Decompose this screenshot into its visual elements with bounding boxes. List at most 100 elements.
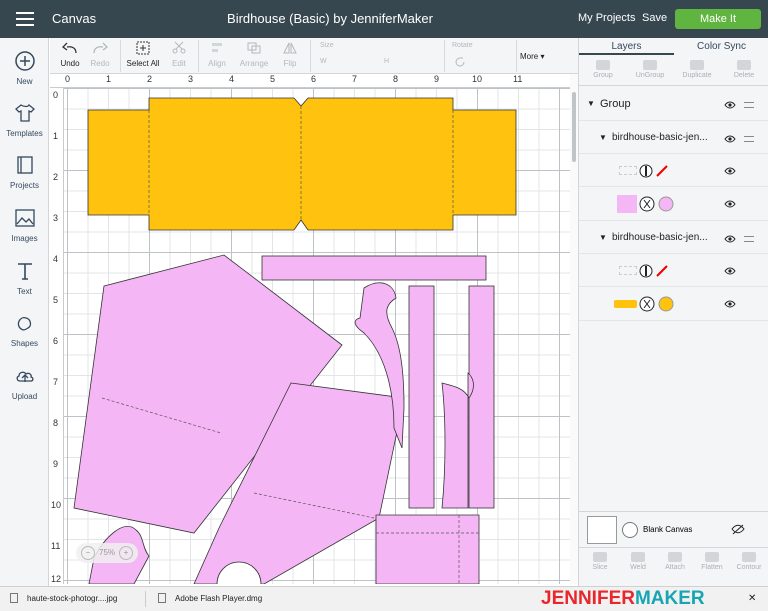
roof-wall-piece[interactable]: [375, 514, 480, 584]
eye-icon[interactable]: [724, 167, 736, 175]
caret-down-icon[interactable]: ▼: [599, 233, 607, 242]
contour-label: Contour: [736, 564, 762, 571]
eye-icon[interactable]: [724, 135, 736, 143]
ruler-tick: 12: [51, 574, 62, 584]
download-divider: [145, 591, 146, 607]
caret-down-icon[interactable]: ▼: [587, 99, 595, 108]
duplicate-icon: [690, 60, 704, 70]
layer-row-subgroup[interactable]: ▼ birdhouse-basic-jen...: [579, 121, 768, 154]
zoom-control[interactable]: − 75% +: [76, 543, 138, 563]
download-item[interactable]: haute-stock-photogr....jpg: [27, 594, 117, 603]
blank-canvas-swatch[interactable]: [587, 516, 617, 544]
eye-icon[interactable]: [724, 101, 736, 109]
new-button[interactable]: New: [0, 50, 49, 86]
tab-color-sync[interactable]: Color Sync: [674, 38, 768, 55]
zoom-out-button[interactable]: −: [81, 546, 95, 560]
ruler-tick: 6: [53, 336, 59, 346]
images-button[interactable]: Images: [0, 207, 49, 243]
width-field[interactable]: W: [320, 58, 327, 65]
eye-hidden-icon[interactable]: [731, 524, 745, 535]
group-button[interactable]: Group: [584, 60, 622, 79]
side-strip-2[interactable]: [468, 285, 495, 509]
drag-handle-icon[interactable]: [744, 136, 754, 142]
text-button[interactable]: Text: [0, 260, 49, 296]
layer-row-cut[interactable]: [579, 187, 768, 221]
flip-button[interactable]: Flip: [278, 41, 302, 68]
canvas-scrollbar[interactable]: [570, 74, 578, 584]
projects-button[interactable]: Projects: [0, 154, 49, 190]
layer-thumbnail: [617, 195, 637, 213]
rotate-field[interactable]: [452, 55, 466, 73]
shapes-button[interactable]: Shapes: [0, 312, 49, 348]
attach-button[interactable]: Attach: [656, 552, 694, 571]
ruler-tick: 10: [51, 500, 62, 510]
floor-strip[interactable]: [261, 255, 487, 281]
templates-button[interactable]: Templates: [0, 102, 49, 138]
align-button[interactable]: Align: [202, 41, 232, 68]
make-it-button[interactable]: Make It: [675, 9, 761, 29]
layer-row-subgroup[interactable]: ▼ birdhouse-basic-jen...: [579, 221, 768, 254]
select-all-button[interactable]: Select All: [124, 41, 162, 68]
flatten-button[interactable]: Flatten: [693, 552, 731, 571]
templates-label: Templates: [6, 129, 43, 138]
projects-label: Projects: [10, 181, 39, 190]
duplicate-button[interactable]: Duplicate: [678, 60, 716, 79]
layer-label: Group: [600, 98, 631, 110]
tab-layers[interactable]: Layers: [579, 38, 674, 55]
eye-icon[interactable]: [724, 300, 736, 308]
file-icon: [158, 593, 166, 603]
layer-label: birdhouse-basic-jen...: [612, 132, 708, 143]
delete-button[interactable]: Delete: [725, 60, 763, 79]
zoom-in-button[interactable]: +: [119, 546, 133, 560]
eye-icon[interactable]: [724, 267, 736, 275]
my-projects-link[interactable]: My Projects: [578, 12, 635, 24]
undo-button[interactable]: Undo: [58, 41, 82, 68]
ruler-tick: 11: [513, 74, 523, 84]
upload-button[interactable]: Upload: [0, 365, 49, 401]
cut-scissors-icon: [639, 296, 674, 312]
redo-icon: [93, 42, 108, 54]
eye-icon[interactable]: [724, 235, 736, 243]
trash-icon: [737, 60, 751, 70]
slice-button[interactable]: Slice: [581, 552, 619, 571]
ruler-tick: 8: [53, 418, 59, 428]
image-icon: [14, 209, 35, 227]
weld-button[interactable]: Weld: [619, 552, 657, 571]
align-label: Align: [208, 59, 226, 68]
text-t-icon: [17, 263, 32, 280]
design-canvas[interactable]: − 75% +: [64, 88, 570, 584]
redo-button[interactable]: Redo: [88, 41, 112, 68]
side-strip-1[interactable]: [408, 285, 435, 509]
edit-button[interactable]: Edit: [164, 41, 194, 68]
caret-down-icon[interactable]: ▼: [599, 133, 607, 142]
contour-button[interactable]: Contour: [730, 552, 768, 571]
download-item[interactable]: Adobe Flash Player.dmg: [175, 594, 262, 603]
ruler-tick: 6: [311, 74, 317, 84]
select-all-label: Select All: [126, 59, 160, 68]
layer-row-score[interactable]: [579, 254, 768, 287]
attach-icon: [668, 552, 682, 562]
blank-canvas-row[interactable]: Blank Canvas: [579, 511, 768, 547]
ruler-tick: 7: [53, 377, 59, 387]
more-button[interactable]: More ▾: [520, 52, 544, 61]
save-button[interactable]: Save: [642, 12, 667, 24]
canvas-color-circle[interactable]: [622, 522, 638, 538]
blank-canvas-label: Blank Canvas: [643, 525, 693, 534]
close-icon[interactable]: ✕: [748, 593, 756, 604]
scissors-icon: [172, 41, 186, 54]
layer-row-score[interactable]: [579, 154, 768, 187]
drag-handle-icon[interactable]: [744, 236, 754, 242]
arrange-button[interactable]: Arrange: [236, 41, 272, 68]
flip-label: Flip: [283, 59, 297, 68]
layer-row-group[interactable]: ▼ Group: [579, 87, 768, 121]
scrollbar-thumb[interactable]: [572, 92, 576, 162]
roof-piece[interactable]: [87, 97, 517, 231]
ruler-tick: 5: [270, 74, 276, 84]
eye-icon[interactable]: [724, 200, 736, 208]
layers-panel: Layers Color Sync Group UnGroup Duplicat…: [578, 38, 768, 586]
ruler-tick: 5: [53, 295, 59, 305]
layer-row-cut[interactable]: [579, 287, 768, 321]
ungroup-button[interactable]: UnGroup: [631, 60, 669, 79]
drag-handle-icon[interactable]: [744, 102, 754, 108]
height-field[interactable]: H: [384, 58, 389, 65]
